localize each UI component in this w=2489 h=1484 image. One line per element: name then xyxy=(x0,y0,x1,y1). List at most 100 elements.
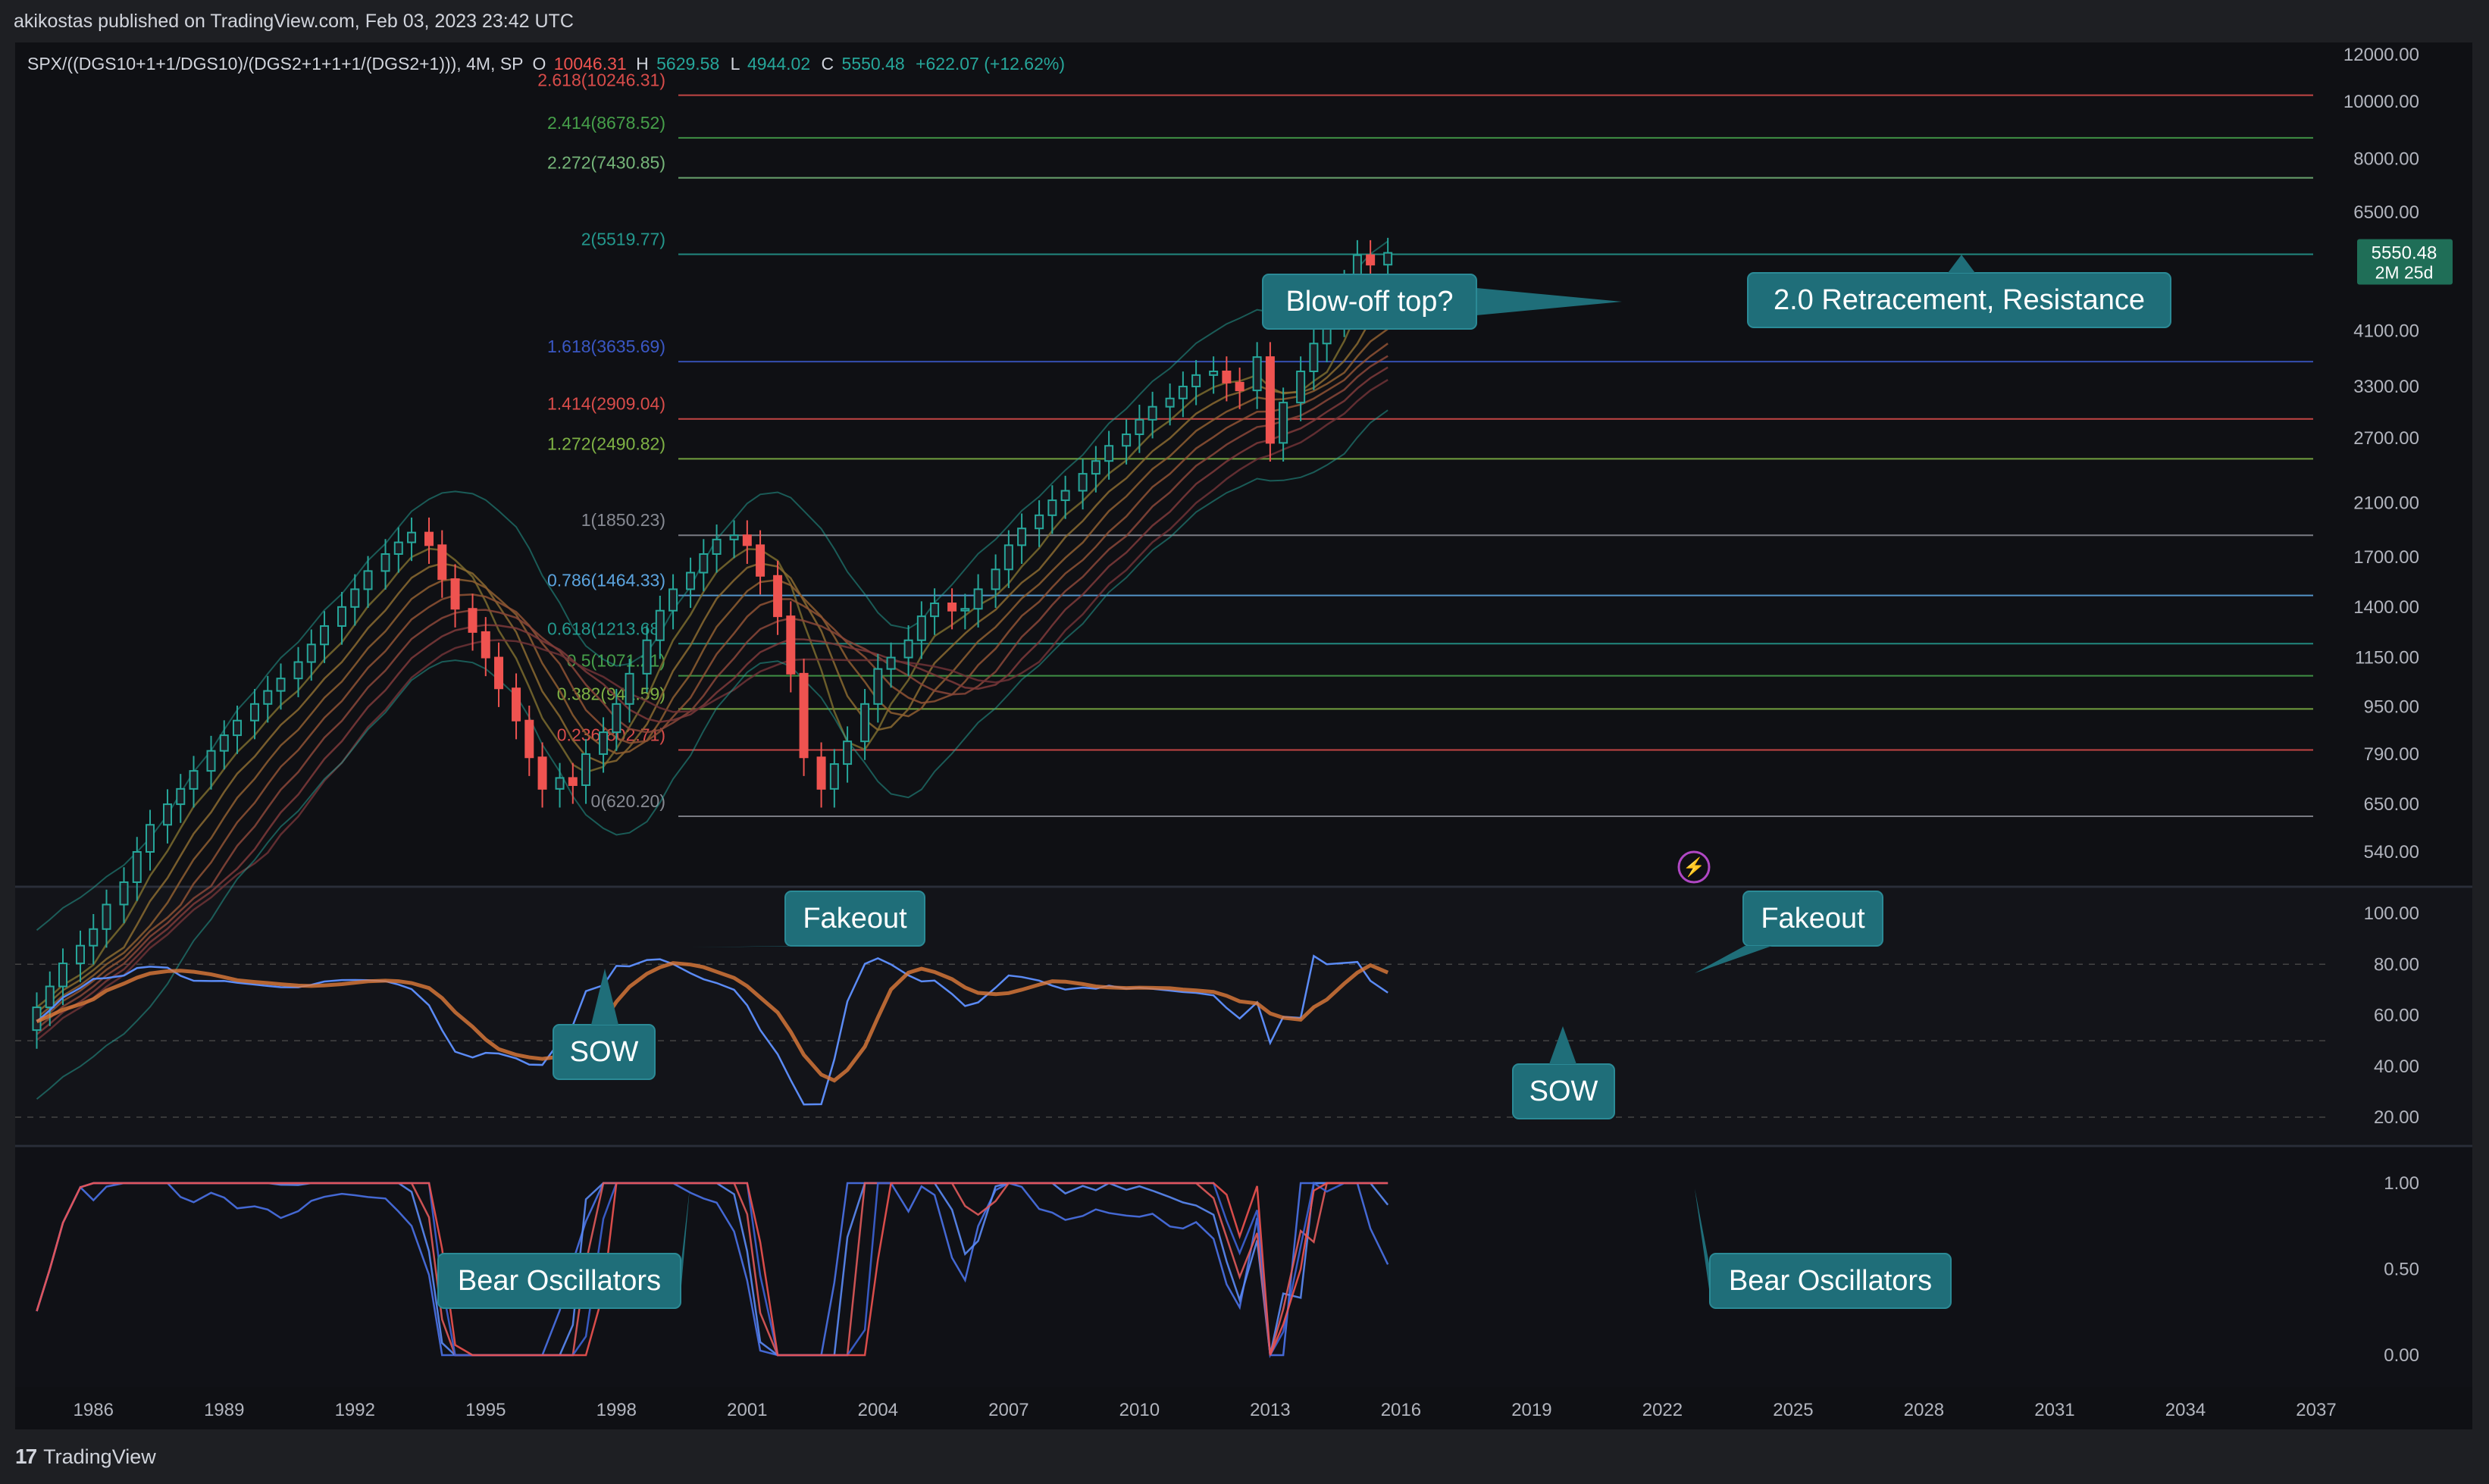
candle xyxy=(1017,528,1027,546)
candle xyxy=(306,643,316,663)
candle xyxy=(293,661,303,680)
footer-bar: 17 TradingView xyxy=(0,1429,2489,1484)
candle xyxy=(829,763,839,790)
candle xyxy=(930,603,940,618)
rsi-axis-tick: 80.00 xyxy=(2374,954,2419,975)
candle xyxy=(1309,343,1319,372)
candle xyxy=(1265,356,1275,444)
candle xyxy=(599,731,609,755)
fib-level-label: 0.786(1464.33) xyxy=(547,571,665,590)
time-axis-tick: 2007 xyxy=(988,1400,1028,1420)
candle xyxy=(424,531,434,546)
candle xyxy=(973,588,983,610)
price-axis-tick: 650.00 xyxy=(2364,794,2419,815)
candle xyxy=(1060,490,1070,502)
rsi-pane xyxy=(15,888,2472,1144)
callout-blow-off-top-text: Blow-off top? xyxy=(1285,286,1453,318)
fib-level-label: 1(1850.23) xyxy=(581,510,665,530)
candle xyxy=(58,963,68,988)
candle xyxy=(524,719,534,759)
fib-level-label: 2.618(10246.31) xyxy=(537,70,665,90)
price-axis-tick: 6500.00 xyxy=(2353,202,2419,223)
callout-fakeout-2000-text: Fakeout xyxy=(803,903,907,935)
price-axis-tick: 950.00 xyxy=(2364,697,2419,717)
time-axis-tick: 2022 xyxy=(1642,1400,1683,1420)
price-axis-tick: 4100.00 xyxy=(2353,321,2419,341)
price-axis-tick: 8000.00 xyxy=(2353,149,2419,170)
candle xyxy=(189,770,199,790)
fib-level-label: 1.618(3635.69) xyxy=(547,337,665,356)
candle xyxy=(1383,252,1393,266)
candle xyxy=(407,531,417,543)
oscillator-axis-tick: 0.00 xyxy=(2384,1345,2419,1366)
price-axis-tick: 12000.00 xyxy=(2343,45,2419,65)
candle xyxy=(916,615,926,641)
candle xyxy=(1165,397,1175,408)
callout-bear-oscillators-2022-text: Bear Oscillators xyxy=(1729,1265,1932,1297)
callout-sow-2020-text: SOW xyxy=(1529,1075,1598,1107)
candle xyxy=(1366,254,1376,266)
time-axis-tick: 1995 xyxy=(465,1400,506,1420)
candle xyxy=(119,881,129,906)
price-axis-tick: 540.00 xyxy=(2364,842,2419,863)
time-axis-tick: 2028 xyxy=(1904,1400,1944,1420)
price-axis-tick: 1150.00 xyxy=(2355,648,2419,668)
chart-canvas[interactable]: 12000.00 10000.00 8000.00 6500.00 4100.00 330… xyxy=(0,0,2489,1484)
candle xyxy=(991,568,1000,590)
candle xyxy=(581,753,591,786)
candle xyxy=(250,703,260,722)
tradingview-logo[interactable]: 17 TradingView xyxy=(15,1445,156,1469)
brand-name: TradingView xyxy=(43,1445,156,1468)
candle xyxy=(450,578,460,610)
legend-change: +622.07 (+12.62%) xyxy=(916,54,1065,74)
candle xyxy=(873,668,883,705)
last-price-value: 5550.48 xyxy=(2372,243,2437,264)
rsi-axis-tick: 40.00 xyxy=(2374,1057,2419,1077)
rsi-axis-tick: 20.00 xyxy=(2374,1107,2419,1128)
candle xyxy=(612,703,621,734)
fib-level-label: 1.414(2909.04) xyxy=(547,394,665,414)
callout-resistance-text: 2.0 Retracement, Resistance xyxy=(1774,284,2145,316)
candle xyxy=(860,703,870,743)
candle xyxy=(1078,473,1088,492)
candle xyxy=(960,608,970,612)
candle xyxy=(816,756,826,790)
time-axis-tick: 1989 xyxy=(204,1400,244,1420)
candle xyxy=(568,777,578,786)
price-axis-tick: 2100.00 xyxy=(2353,493,2419,513)
candle xyxy=(756,544,765,577)
time-axis-tick: 1998 xyxy=(596,1400,637,1420)
price-axis-tick: 10000.00 xyxy=(2343,92,2419,112)
candle xyxy=(1279,402,1288,444)
candle xyxy=(1147,405,1157,421)
candle xyxy=(233,719,243,737)
candle xyxy=(668,588,678,612)
candle xyxy=(555,777,565,790)
candle xyxy=(799,672,809,759)
oscillator-axis-tick: 1.00 xyxy=(2384,1173,2419,1194)
candle xyxy=(947,603,957,612)
time-axis-tick: 2001 xyxy=(727,1400,767,1420)
candle xyxy=(729,534,739,540)
price-axis-tick: 1400.00 xyxy=(2353,597,2419,618)
candle xyxy=(1122,434,1132,447)
candle xyxy=(1252,356,1262,392)
legend-low-value: 4944.02 xyxy=(747,54,810,74)
legend-high-value: 5629.58 xyxy=(656,54,719,74)
price-axis-tick: 790.00 xyxy=(2364,744,2419,765)
candle xyxy=(163,803,173,826)
fib-level-label: 2(5519.77) xyxy=(581,229,665,249)
candle xyxy=(380,553,390,572)
candle xyxy=(642,639,652,675)
candle xyxy=(699,553,709,574)
legend-close-value: 5550.48 xyxy=(842,54,905,74)
candle xyxy=(146,824,155,853)
candle xyxy=(437,544,447,581)
candle xyxy=(337,606,347,627)
candle xyxy=(1191,374,1201,387)
lightning-icon: ⚡ xyxy=(1683,856,1705,878)
candle xyxy=(1003,544,1013,571)
candle xyxy=(1209,370,1219,376)
candle xyxy=(219,734,229,752)
candle xyxy=(886,656,896,670)
